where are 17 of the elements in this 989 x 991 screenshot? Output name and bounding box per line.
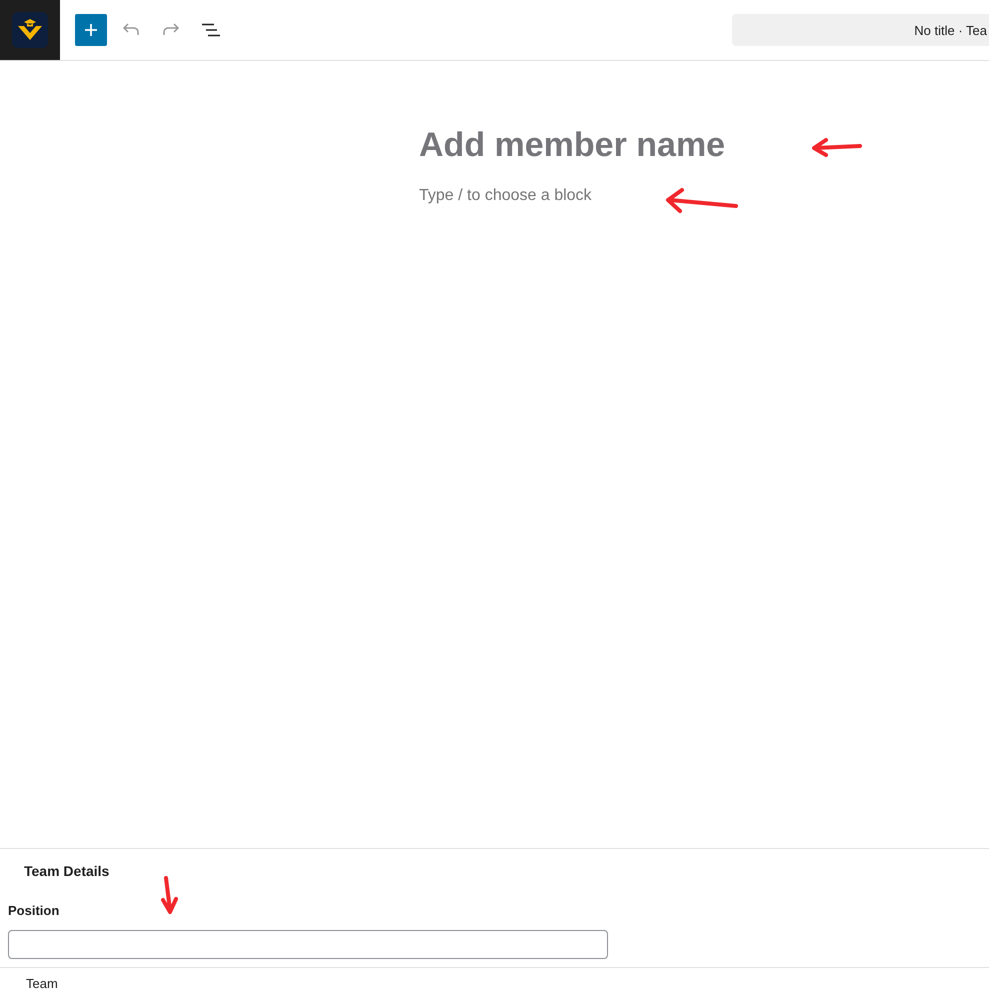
- annotation-arrow: [812, 138, 862, 157]
- logo-icon: [12, 12, 48, 48]
- block-placeholder[interactable]: Type / to choose a block: [419, 187, 989, 205]
- annotation-arrow: [161, 876, 178, 914]
- site-logo[interactable]: [0, 0, 60, 60]
- add-block-button[interactable]: [75, 14, 107, 46]
- input-field[interactable]: [8, 930, 608, 959]
- redo-icon: [162, 23, 180, 37]
- annotation-arrow: [666, 188, 738, 213]
- title-placeholder[interactable]: Add member name: [419, 125, 989, 165]
- document-title-bar[interactable]: No title · Tea: [732, 14, 989, 46]
- plus-icon: [84, 23, 98, 37]
- footer-label: Team: [26, 976, 58, 991]
- undo-icon: [122, 23, 140, 37]
- panel-title[interactable]: Team Details: [8, 863, 989, 879]
- list-view-icon: [201, 23, 221, 37]
- field-label: Position: [8, 903, 60, 918]
